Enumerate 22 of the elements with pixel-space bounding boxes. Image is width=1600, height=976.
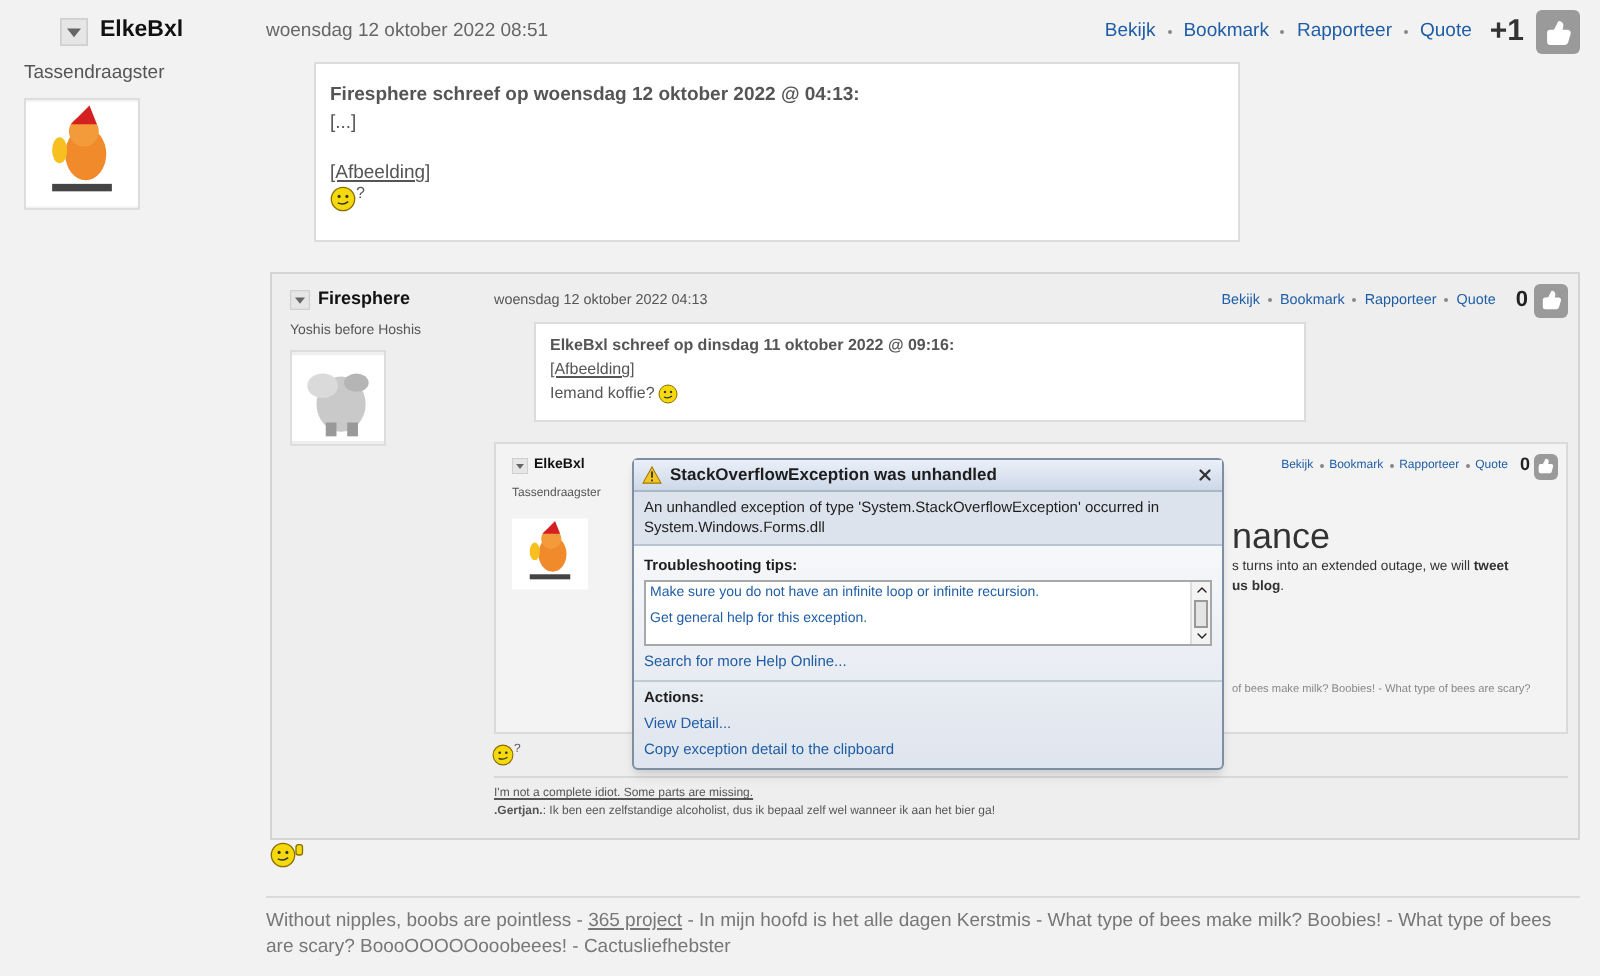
question-mark: ? [356, 186, 365, 202]
quote-text: Iemand koffie? [550, 382, 655, 406]
quote-header: ElkeBxl schreef op dinsdag 11 oktober 2022 @ 09:16: [550, 334, 957, 358]
author-name[interactable]: Firesphere [318, 286, 411, 314]
signature-link[interactable]: 365 project [588, 910, 683, 932]
post-date: woensdag 12 oktober 2022 08:51 [266, 17, 549, 46]
heading-text: nance [1232, 514, 1333, 558]
user-title: Tassendraagster [24, 60, 167, 88]
score: +1 [1489, 11, 1524, 52]
action-link[interactable]: Bekijk [1104, 17, 1156, 47]
action-link[interactable]: Bookmark [1183, 17, 1269, 47]
author-name[interactable]: ElkeBxl [100, 14, 184, 50]
image-link[interactable]: [Afbeelding] [330, 162, 431, 184]
action-link[interactable]: Rapporteer [1296, 17, 1392, 47]
dialog-title: StackOverflowException was unhandled [670, 462, 999, 488]
score: 0 [1519, 452, 1530, 479]
quote-text: [...] [330, 112, 359, 136]
quote-header: Firesphere schreef op woensdag 12 oktober 2022 @ 04:13: [330, 84, 862, 108]
action-link[interactable]: Quote [1420, 17, 1472, 47]
score: 0 [1515, 285, 1528, 316]
signature-text: Without nipples, boobs are pointless - 365 project - In mijn hoofd is het alle dagen Kerstmis - What type of bees make milk? Boobies! - What type of bees are scary? BoooOOOOOooobeees! - Cactusliefhebster [266, 908, 1554, 960]
image-link[interactable]: [Afbeelding] [550, 360, 635, 378]
